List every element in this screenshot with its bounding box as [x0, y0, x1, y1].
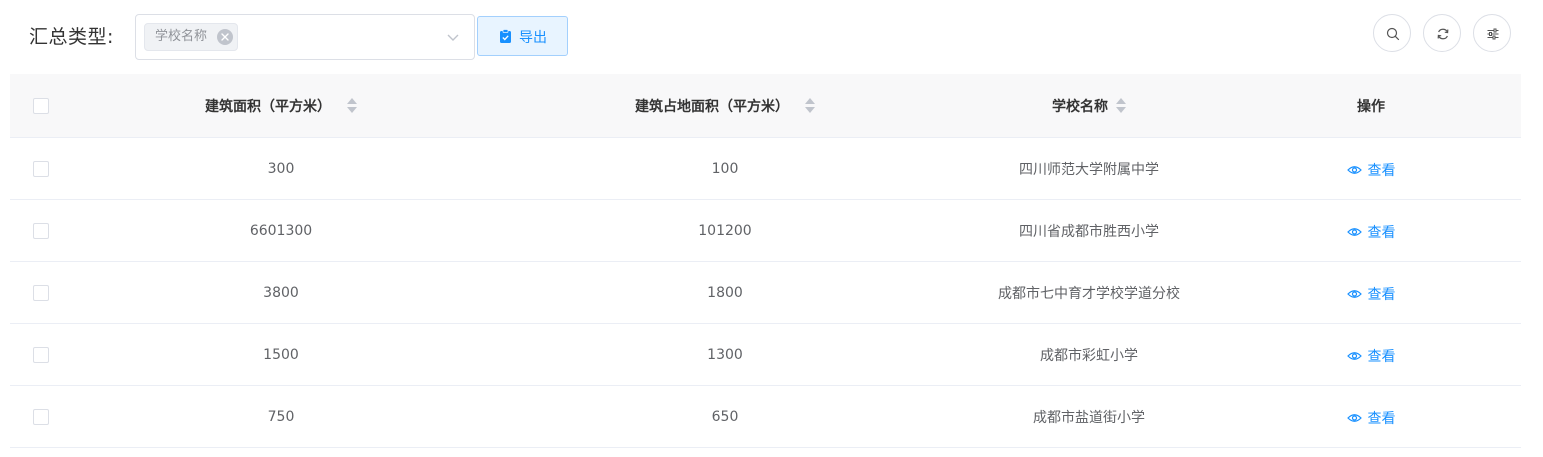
view-button[interactable]: 查看	[1346, 284, 1396, 304]
sort-icon[interactable]	[1116, 97, 1126, 115]
cell-school-name: 成都市盐道街小学	[1033, 409, 1145, 426]
eye-icon	[1346, 351, 1362, 360]
cell-building-area: 1500	[263, 346, 299, 363]
header-land-area[interactable]: 建筑占地面积（平方米）	[490, 74, 960, 137]
table-row: 300 100 四川师范大学附属中学 查看	[10, 138, 1521, 200]
cell-building-area: 300	[267, 160, 295, 177]
view-button-label: 查看	[1367, 348, 1396, 365]
sort-icon[interactable]	[347, 97, 357, 115]
view-button-label: 查看	[1367, 224, 1396, 241]
sort-icon[interactable]	[805, 97, 815, 115]
header-building-area[interactable]: 建筑面积（平方米）	[72, 74, 490, 137]
cell-building-area: 3800	[263, 284, 299, 301]
header-land-area-label: 建筑占地面积（平方米）	[635, 98, 789, 115]
row-checkbox[interactable]	[33, 346, 49, 363]
table-row: 1500 1300 成都市彩虹小学 查看	[10, 324, 1521, 386]
eye-icon	[1346, 289, 1362, 298]
eye-icon	[1346, 165, 1362, 174]
header-building-area-label: 建筑面积（平方米）	[205, 98, 331, 115]
data-table: 建筑面积（平方米） 建筑占地面积（平方米） 学校名称 操作 300 100 四川…	[10, 74, 1521, 448]
table-row: 6601300 101200 四川省成都市胜西小学 查看	[10, 200, 1521, 262]
cell-school-name: 成都市彩虹小学	[1040, 347, 1138, 364]
row-checkbox[interactable]	[33, 408, 49, 425]
tag-close-icon[interactable]	[217, 29, 234, 45]
cell-land-area: 650	[711, 408, 739, 425]
export-button-label: 导出	[519, 29, 547, 45]
cell-land-area: 100	[711, 160, 739, 177]
cell-school-name: 四川省成都市胜西小学	[1019, 223, 1159, 240]
view-button[interactable]: 查看	[1346, 222, 1396, 242]
view-button[interactable]: 查看	[1346, 346, 1396, 366]
summary-type-select[interactable]: 学校名称	[135, 14, 475, 60]
eye-icon	[1346, 227, 1362, 236]
clipboard-icon	[500, 29, 511, 43]
summary-type-label: 汇总类型:	[29, 26, 114, 48]
row-checkbox[interactable]	[33, 222, 49, 239]
cell-land-area: 1300	[707, 346, 743, 363]
refresh-button[interactable]	[1423, 14, 1461, 52]
row-checkbox[interactable]	[33, 284, 49, 301]
header-actions-label: 操作	[1357, 98, 1385, 115]
row-checkbox[interactable]	[33, 160, 49, 177]
column-settings-button[interactable]	[1473, 14, 1511, 52]
header-actions: 操作	[1218, 74, 1524, 137]
header-school-name[interactable]: 学校名称	[960, 74, 1218, 137]
table-row: 750 650 成都市盐道街小学 查看	[10, 386, 1521, 448]
export-button[interactable]: 导出	[477, 16, 568, 56]
toolbar: 汇总类型: 学校名称 导出	[0, 0, 1543, 74]
cell-land-area: 101200	[698, 222, 752, 239]
sliders-icon	[1487, 28, 1499, 40]
table-row: 3800 1800 成都市七中育才学校学道分校 查看	[10, 262, 1521, 324]
view-button[interactable]: 查看	[1346, 408, 1396, 428]
cell-building-area: 750	[267, 408, 295, 425]
refresh-icon	[1437, 28, 1449, 40]
cell-land-area: 1800	[707, 284, 743, 301]
header-school-name-label: 学校名称	[1052, 98, 1108, 115]
chevron-down-icon	[447, 34, 459, 41]
table-header: 建筑面积（平方米） 建筑占地面积（平方米） 学校名称 操作	[10, 74, 1521, 138]
eye-icon	[1346, 413, 1362, 422]
selected-tag: 学校名称	[144, 23, 239, 51]
view-button-label: 查看	[1367, 286, 1396, 303]
select-all-checkbox[interactable]	[33, 97, 49, 114]
cell-school-name: 成都市七中育才学校学道分校	[998, 285, 1180, 302]
view-button[interactable]: 查看	[1346, 160, 1396, 180]
search-icon	[1386, 27, 1400, 41]
view-button-label: 查看	[1367, 410, 1396, 427]
cell-building-area: 6601300	[249, 222, 313, 239]
view-button-label: 查看	[1367, 162, 1396, 179]
cell-school-name: 四川师范大学附属中学	[1019, 161, 1159, 178]
search-button[interactable]	[1373, 14, 1411, 52]
selected-tag-label: 学校名称	[155, 29, 208, 44]
select-all-cell	[10, 74, 72, 137]
